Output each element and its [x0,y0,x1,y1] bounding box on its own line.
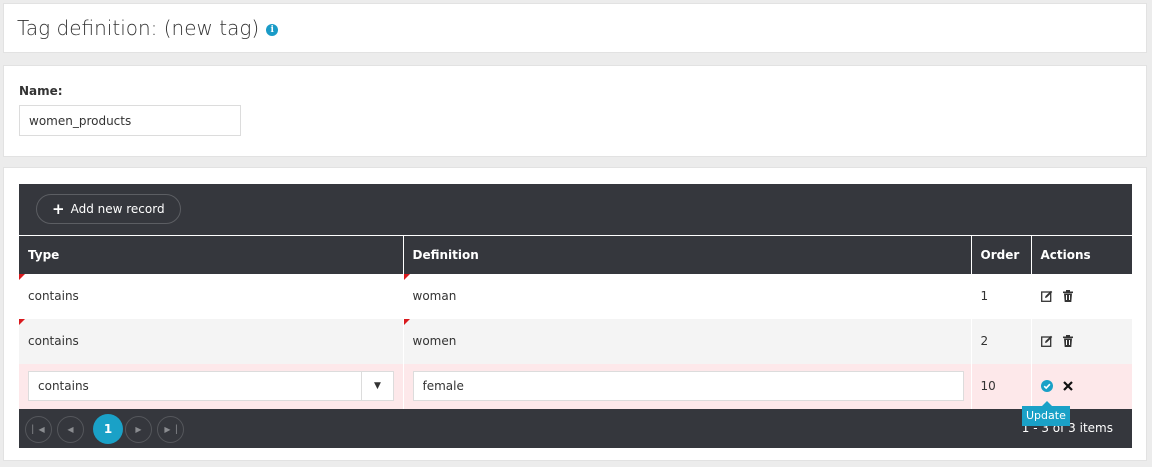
type-select-value: contains [38,379,89,393]
edit-icon[interactable] [1040,335,1053,347]
first-page-icon[interactable]: ▏◀ [25,416,52,443]
grid-toolbar: + Add new record [19,184,1132,235]
info-icon[interactable]: i [266,23,279,36]
cell-definition[interactable]: women [402,318,971,364]
plus-icon: + [52,199,65,218]
column-header-actions: Actions [1030,235,1132,274]
cell-type-editor: contains ▼ [19,363,403,409]
column-header-definition[interactable]: Definition [402,235,971,274]
cell-definition-editor [402,363,971,409]
delete-icon[interactable] [1062,335,1074,347]
edit-icon[interactable] [1040,290,1053,302]
add-new-record-label: Add new record [70,202,165,216]
name-input[interactable] [19,105,241,136]
table-row[interactable]: contains woman 1 [19,273,1132,319]
next-page-icon[interactable]: ▶ [125,416,152,443]
cell-definition[interactable]: woman [402,273,971,319]
cancel-icon[interactable] [1062,380,1074,392]
cell-actions [1030,273,1132,319]
table-header-row: Type Definition Order Actions [19,235,1132,274]
table-row[interactable]: contains women 2 [19,318,1132,364]
delete-icon[interactable] [1062,290,1074,302]
cell-type[interactable]: contains [19,273,403,319]
add-new-record-button[interactable]: + Add new record [36,194,181,224]
cell-actions [1030,318,1132,364]
name-panel: Name: [3,65,1147,157]
cell-order[interactable]: 10 [970,363,1031,409]
page-title-text: Tag definition: (new tag) [17,16,260,40]
caret-down-icon[interactable]: ▼ [361,372,393,400]
cell-order[interactable]: 2 [970,318,1031,364]
update-tooltip: Update [1022,401,1070,426]
editing-row[interactable]: contains ▼ 10 [19,363,1132,409]
grid-panel: + Add new record Type Definition Order A… [3,167,1147,461]
records-grid: + Add new record Type Definition Order A… [19,184,1132,448]
column-header-order[interactable]: Order [970,235,1031,274]
type-select[interactable]: contains ▼ [28,371,394,401]
previous-page-icon[interactable]: ◀ [57,416,84,443]
records-table: Type Definition Order Actions contains w… [19,235,1132,409]
name-label: Name: [19,84,63,98]
definition-input[interactable] [412,371,964,401]
page-title: Tag definition: (new tag) i [17,16,279,40]
check-circle-icon[interactable] [1040,380,1053,392]
last-page-icon[interactable]: ▶▕ [157,416,184,443]
pager: ▏◀ ◀ 1 ▶ ▶▕ 1 - 3 of 3 items [19,410,1132,448]
page-button-current[interactable]: 1 [93,414,123,444]
header-panel: Tag definition: (new tag) i [3,3,1147,53]
cell-order[interactable]: 1 [970,273,1031,319]
column-header-type[interactable]: Type [19,235,403,274]
cell-type[interactable]: contains [19,318,403,364]
